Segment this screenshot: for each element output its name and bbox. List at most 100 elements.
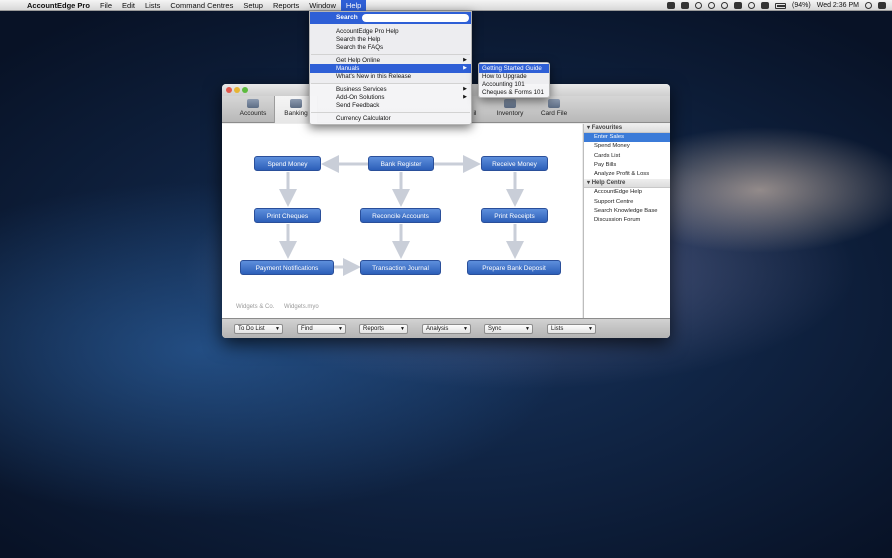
favourite-enter-sales[interactable]: Enter Sales <box>584 133 670 143</box>
favourite-spend-money[interactable]: Spend Money <box>584 142 670 151</box>
tab-card-file-label: Card File <box>540 110 568 117</box>
battery-icon[interactable] <box>775 2 787 9</box>
zoom-button[interactable] <box>242 87 248 93</box>
chevron-down-icon: ▼ <box>588 326 593 332</box>
menu-setup[interactable]: Setup <box>238 0 268 11</box>
menu-bar: AccountEdge Pro File Edit Lists Command … <box>0 0 892 11</box>
menu-window[interactable]: Window <box>304 0 341 11</box>
menu-separator <box>311 83 470 84</box>
transaction-journal-button[interactable]: Transaction Journal <box>360 260 441 275</box>
print-cheques-button[interactable]: Print Cheques <box>254 208 321 223</box>
menu-item-whats-new[interactable]: What's New in this Release <box>310 72 471 81</box>
get-help-online-label: Get Help Online <box>336 57 381 64</box>
menu-edit[interactable]: Edit <box>117 0 140 11</box>
chevron-down-icon: ▼ <box>338 326 343 332</box>
reports-label: Reports <box>363 326 385 332</box>
payment-notifications-button[interactable]: Payment Notifications <box>240 260 334 275</box>
manuals-label: Manuals <box>336 65 360 72</box>
reconcile-accounts-button[interactable]: Reconcile Accounts <box>360 208 441 223</box>
menu-separator <box>311 54 470 55</box>
help-search-input[interactable] <box>362 14 469 22</box>
spend-money-button[interactable]: Spend Money <box>254 156 321 171</box>
chevron-down-icon: ▼ <box>525 326 530 332</box>
submenu-cheques-forms-101[interactable]: Cheques & Forms 101 <box>479 88 549 97</box>
bottom-toolbar: To Do List ▼ Find ▼ Reports ▼ Analysis ▼ Syn… <box>222 318 670 338</box>
sync-icon[interactable] <box>681 2 690 9</box>
tab-inventory[interactable]: Inventory <box>490 96 530 123</box>
inventory-icon <box>504 99 516 108</box>
tab-accounts-label: Accounts <box>239 110 267 117</box>
add-on-solutions-label: Add-On Solutions <box>336 94 385 101</box>
display-icon[interactable] <box>734 2 743 9</box>
chevron-down-icon: ▼ <box>400 326 405 332</box>
volume-icon[interactable] <box>761 2 770 9</box>
sync-label: Sync <box>488 326 502 332</box>
status-area: (94%) Wed 2:36 PM <box>667 0 886 11</box>
help-accountedge-help[interactable]: AccountEdge Help <box>584 188 670 197</box>
time-machine-icon[interactable] <box>708 2 716 9</box>
to-do-list-popup[interactable]: To Do List ▼ <box>234 324 283 334</box>
clock-icon[interactable] <box>721 2 729 9</box>
skype-icon[interactable] <box>695 2 703 9</box>
company-file-name: Widgets.myo <box>284 304 319 310</box>
sync-popup[interactable]: Sync ▼ <box>484 324 533 334</box>
receive-money-button[interactable]: Receive Money <box>481 156 548 171</box>
business-services-label: Business Services <box>336 86 387 93</box>
wifi-icon[interactable] <box>748 2 756 9</box>
lists-label: Lists <box>551 326 564 332</box>
payroll-icon <box>471 99 479 108</box>
close-button[interactable] <box>226 87 232 93</box>
card-file-icon <box>548 99 560 108</box>
help-discussion-forum[interactable]: Discussion Forum <box>584 216 670 225</box>
find-popup[interactable]: Find ▼ <box>297 324 346 334</box>
analysis-popup[interactable]: Analysis ▼ <box>422 324 471 334</box>
menubar-clock[interactable]: Wed 2:36 PM <box>817 2 859 9</box>
help-search-label: Search <box>336 14 358 21</box>
menu-separator <box>311 112 470 113</box>
shortcuts-sidebar: ▾ Favourites Enter Sales Spend Money Car… <box>583 124 670 318</box>
help-support-centre[interactable]: Support Centre <box>584 198 670 207</box>
menu-app-name[interactable]: AccountEdge Pro <box>22 0 95 11</box>
analysis-label: Analysis <box>426 326 449 332</box>
chevron-down-icon: ▼ <box>463 326 468 332</box>
favourite-cards-list[interactable]: Cards List <box>584 152 670 161</box>
menu-lists[interactable]: Lists <box>140 0 165 11</box>
favourites-header-label: Favourites <box>591 125 623 131</box>
accounts-icon <box>247 99 259 108</box>
menu-reports[interactable]: Reports <box>268 0 304 11</box>
menu-help[interactable]: Help <box>340 0 367 11</box>
tab-card-file[interactable]: Card File <box>534 96 574 123</box>
tab-accounts[interactable]: Accounts <box>232 96 274 123</box>
lists-popup[interactable]: Lists ▼ <box>547 324 596 334</box>
minimize-button[interactable] <box>234 87 240 93</box>
chevron-down-icon: ▼ <box>275 326 280 332</box>
help-centre-header[interactable]: ▾ Help Centre <box>584 179 670 189</box>
manuals-submenu: Getting Started Guide How to Upgrade Acc… <box>478 62 550 98</box>
print-receipts-button[interactable]: Print Receipts <box>481 208 548 223</box>
spotlight-icon[interactable] <box>865 2 872 9</box>
favourite-analyze-profit-loss[interactable]: Analyze Profit & Loss <box>584 170 670 179</box>
help-search-row: Search <box>310 12 471 24</box>
help-menu-dropdown: Search AccountEdge Pro Help Search the H… <box>309 11 472 125</box>
to-do-list-label: To Do List <box>238 326 265 332</box>
bank-register-button[interactable]: Bank Register <box>368 156 434 171</box>
reports-popup[interactable]: Reports ▼ <box>359 324 408 334</box>
prepare-bank-deposit-button[interactable]: Prepare Bank Deposit <box>467 260 561 275</box>
flowchart-area: Spend Money Bank Register Receive Money … <box>222 124 582 318</box>
find-label: Find <box>301 326 313 332</box>
favourite-pay-bills[interactable]: Pay Bills <box>584 161 670 170</box>
bank-icon <box>290 99 302 108</box>
dropbox-icon[interactable] <box>667 2 676 9</box>
menu-file[interactable]: File <box>95 0 117 11</box>
battery-percent: (94%) <box>792 2 811 9</box>
favourites-header[interactable]: ▾ Favourites <box>584 124 670 133</box>
notification-list-icon[interactable] <box>878 2 886 9</box>
menu-command-centres[interactable]: Command Centres <box>165 0 238 11</box>
menu-item-search-the-faqs[interactable]: Search the FAQs <box>310 43 471 52</box>
company-name: Widgets & Co. <box>236 304 275 310</box>
menu-item-currency-calculator[interactable]: Currency Calculator <box>310 114 471 123</box>
menu-item-send-feedback[interactable]: Send Feedback <box>310 101 471 110</box>
help-centre-header-label: Help Centre <box>591 180 626 187</box>
company-watermark: Widgets & Co. Widgets.myo <box>236 304 327 310</box>
help-search-knowledge-base[interactable]: Search Knowledge Base <box>584 207 670 216</box>
